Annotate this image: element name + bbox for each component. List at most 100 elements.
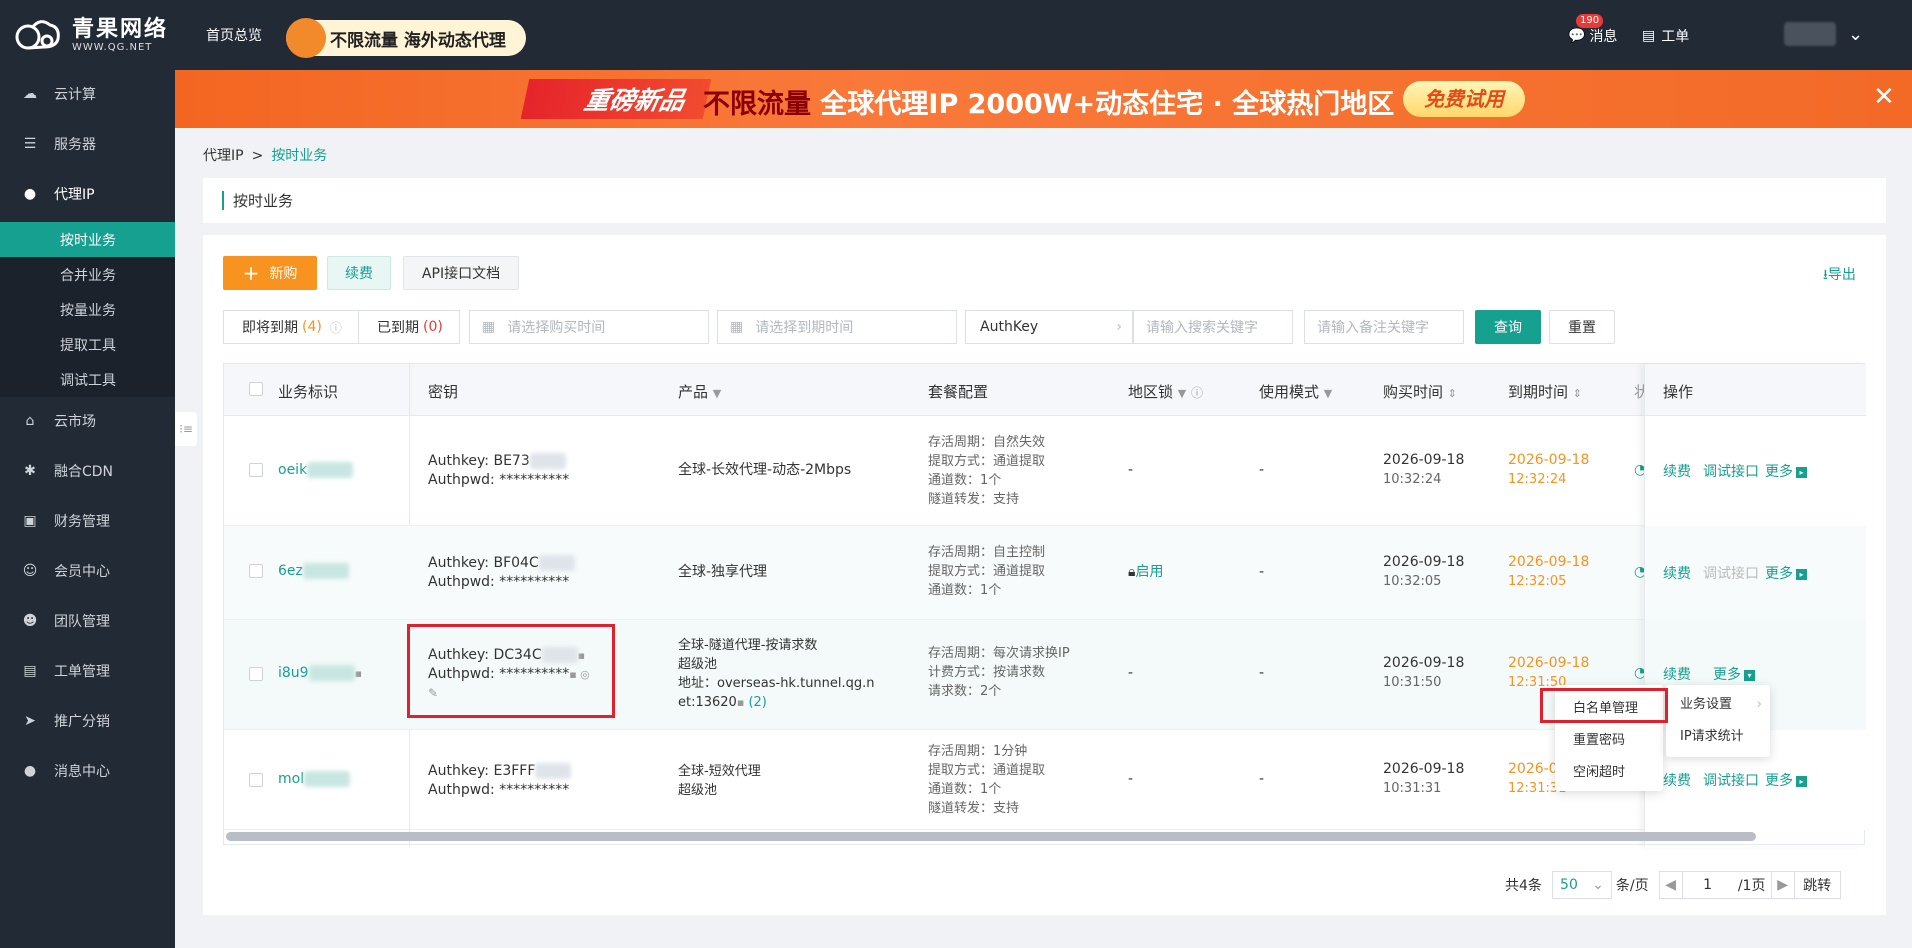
row-renew-link[interactable]: 续费 bbox=[1663, 664, 1691, 684]
per-page-label: 条/页 bbox=[1615, 878, 1649, 894]
sidebar-collapse-handle[interactable]: ⁝≡ bbox=[175, 412, 197, 446]
sidebar-item-cloud[interactable]: ☁ 云计算 bbox=[0, 74, 175, 114]
product-line: 地址：overseas-hk.tunnel.qg.n bbox=[678, 676, 875, 691]
row-secret: Authkey: BF04C Authpwd: ********** bbox=[428, 554, 575, 592]
row-region-lock[interactable]: 🔒︎启用 bbox=[1128, 563, 1163, 582]
row-secret: Authkey: E3FFF Authpwd: ********** bbox=[428, 762, 572, 800]
row-more-link[interactable]: 更多 ▾ bbox=[1713, 664, 1755, 684]
end-date: 2026-09-18 bbox=[1508, 452, 1590, 468]
tickets-link[interactable]: ▤ 工单 bbox=[1642, 26, 1689, 46]
sidebar-item-messages[interactable]: ● 消息中心 bbox=[0, 751, 175, 791]
promo-pill[interactable]: 不限流量 海外动态代理 bbox=[286, 18, 526, 58]
end-date-picker[interactable]: ▦ 请选择到期时间 bbox=[717, 310, 957, 344]
sidebar-item-market[interactable]: ⌂ 云市场 bbox=[0, 401, 175, 441]
header-region-lock[interactable]: 地区锁 ▼ ⓘ bbox=[1128, 381, 1203, 402]
horizontal-scrollbar[interactable] bbox=[226, 832, 1756, 841]
row-id[interactable]: 6ez bbox=[278, 562, 349, 581]
buy-time: 10:31:50 bbox=[1383, 675, 1442, 690]
row-renew-link[interactable]: 续费 bbox=[1663, 461, 1691, 481]
filter-expired[interactable]: 已到期 (0) bbox=[358, 310, 460, 344]
row-renew-link[interactable]: 续费 bbox=[1663, 563, 1691, 583]
sidebar-sub-merged[interactable]: 合并业务 bbox=[0, 257, 175, 292]
page-input[interactable]: 1 bbox=[1682, 871, 1733, 899]
row-more-link[interactable]: 更多 ▸ bbox=[1765, 563, 1807, 583]
filter-expiring-label: 即将到期 bbox=[242, 320, 298, 336]
close-icon[interactable]: ✕ bbox=[1873, 82, 1895, 112]
menu-item-idle-timeout[interactable]: 空闲超时 bbox=[1555, 757, 1663, 789]
secret-highlight-box bbox=[407, 624, 615, 718]
header-mode[interactable]: 使用模式 ▼ bbox=[1259, 381, 1332, 402]
row-end-time: 2026-09-18 12:32:05 bbox=[1508, 553, 1589, 591]
buy-date-picker[interactable]: ▦ 请选择购买时间 bbox=[469, 310, 709, 344]
breadcrumb-parent[interactable]: 代理IP bbox=[203, 148, 244, 164]
sidebar-sub-extract-tool[interactable]: 提取工具 bbox=[0, 327, 175, 362]
filter-icon: ▼ bbox=[1177, 387, 1187, 400]
reset-button[interactable]: 重置 bbox=[1549, 310, 1615, 344]
sidebar-sub-volume[interactable]: 按量业务 bbox=[0, 292, 175, 327]
header-ops: 操作 bbox=[1663, 383, 1694, 401]
row-debug-link[interactable]: 调试接口 bbox=[1703, 770, 1759, 790]
row-checkbox[interactable] bbox=[249, 564, 263, 578]
next-page-button[interactable]: ▶ bbox=[1770, 871, 1795, 899]
calendar-icon: ▦ bbox=[730, 319, 744, 335]
prev-page-button[interactable]: ◀ bbox=[1658, 871, 1683, 899]
menu-item-ip-stats[interactable]: IP请求统计 bbox=[1666, 721, 1770, 753]
member-icon: ☺ bbox=[22, 563, 38, 579]
address-count-link[interactable]: (2) bbox=[748, 695, 766, 710]
row-id[interactable]: mol bbox=[278, 770, 351, 789]
copy-icon[interactable]: ▪ bbox=[355, 667, 362, 680]
jump-button[interactable]: 跳转 bbox=[1794, 871, 1841, 899]
row-checkbox[interactable] bbox=[249, 667, 263, 681]
sidebar-item-label: 会员中心 bbox=[54, 564, 110, 580]
page-size-select[interactable]: 50 ⌄ bbox=[1551, 871, 1612, 899]
header-product[interactable]: 产品 ▼ bbox=[678, 381, 721, 402]
row-checkbox[interactable] bbox=[249, 773, 263, 787]
copy-icon[interactable]: ▪ bbox=[737, 696, 744, 709]
row-buy-time: 2026-09-18 10:31:31 bbox=[1383, 760, 1464, 798]
sidebar-sub-debug-tool[interactable]: 调试工具 bbox=[0, 362, 175, 397]
row-id[interactable]: oeik bbox=[278, 461, 354, 480]
remark-input[interactable]: 请输入备注关键字 bbox=[1304, 310, 1464, 344]
authkey-select[interactable]: AuthKey › bbox=[965, 310, 1133, 344]
promo-banner[interactable]: 重磅新品 不限流量 全球代理IP 2000W+动态住宅 · 全球热门地区 免费试… bbox=[175, 70, 1912, 128]
sidebar-item-proxy-ip[interactable]: ● 代理IP bbox=[0, 174, 175, 214]
select-all-checkbox[interactable] bbox=[249, 382, 263, 396]
sidebar-sub-timed[interactable]: 按时业务 bbox=[0, 222, 175, 257]
chevron-down-icon[interactable]: ⌄ bbox=[1848, 24, 1863, 45]
header-buy-time-label: 购买时间 bbox=[1383, 383, 1444, 401]
sort-icon: ⇕ bbox=[1447, 387, 1458, 400]
messages-link[interactable]: 💬 190 消息 bbox=[1568, 14, 1617, 46]
renew-button[interactable]: 续费 bbox=[327, 256, 391, 290]
sidebar-item-team[interactable]: ☻ 团队管理 bbox=[0, 601, 175, 641]
row-id[interactable]: i8u9 ▪ bbox=[278, 664, 362, 683]
menu-item-reset-password[interactable]: 重置密码 bbox=[1555, 725, 1663, 757]
new-purchase-button[interactable]: + 新购 bbox=[223, 256, 317, 290]
sidebar-item-server[interactable]: ☰ 服务器 bbox=[0, 124, 175, 164]
header-buy-time[interactable]: 购买时间 ⇕ bbox=[1383, 381, 1457, 402]
row-buy-time: 2026-09-18 10:31:50 bbox=[1383, 654, 1464, 692]
sidebar-item-label: 代理IP bbox=[54, 187, 95, 203]
header-end-time[interactable]: 到期时间 ⇕ bbox=[1508, 381, 1582, 402]
row-debug-link[interactable]: 调试接口 bbox=[1703, 461, 1759, 481]
header-secret: 密钥 bbox=[428, 383, 459, 401]
menu-item-business-settings[interactable]: 业务设置 › bbox=[1666, 689, 1770, 721]
query-button[interactable]: 查询 bbox=[1475, 310, 1541, 344]
table-row: oeik Authkey: BE73 Authpwd: ********** 全球… bbox=[224, 416, 1866, 526]
row-more-link[interactable]: 更多 ▸ bbox=[1765, 770, 1807, 790]
logo[interactable]: 青果网络 WWW.QG.NET bbox=[14, 14, 168, 56]
row-more-link[interactable]: 更多 ▸ bbox=[1765, 461, 1807, 481]
home-link[interactable]: 首页总览 bbox=[206, 25, 262, 45]
sidebar-item-finance[interactable]: ▣ 财务管理 bbox=[0, 501, 175, 541]
filter-expiring[interactable]: 即将到期 (4) ⓘ bbox=[223, 310, 359, 344]
sidebar-item-member[interactable]: ☺ 会员中心 bbox=[0, 551, 175, 591]
banner-trial-button[interactable]: 免费试用 bbox=[1403, 81, 1525, 117]
api-doc-button[interactable]: API接口文档 bbox=[403, 256, 519, 290]
row-renew-link[interactable]: 续费 bbox=[1663, 770, 1691, 790]
sidebar-item-ticket[interactable]: ▤ 工单管理 bbox=[0, 651, 175, 691]
row-checkbox[interactable] bbox=[249, 463, 263, 477]
sidebar-item-promotion[interactable]: ➤ 推广分销 bbox=[0, 701, 175, 741]
sidebar-item-cdn[interactable]: ✱ 融合CDN bbox=[0, 451, 175, 491]
keyword-input[interactable]: 请输入搜索关键字 bbox=[1133, 310, 1293, 344]
user-menu[interactable] bbox=[1784, 22, 1836, 46]
export-link[interactable]: ⭳导出 bbox=[1823, 264, 1856, 288]
